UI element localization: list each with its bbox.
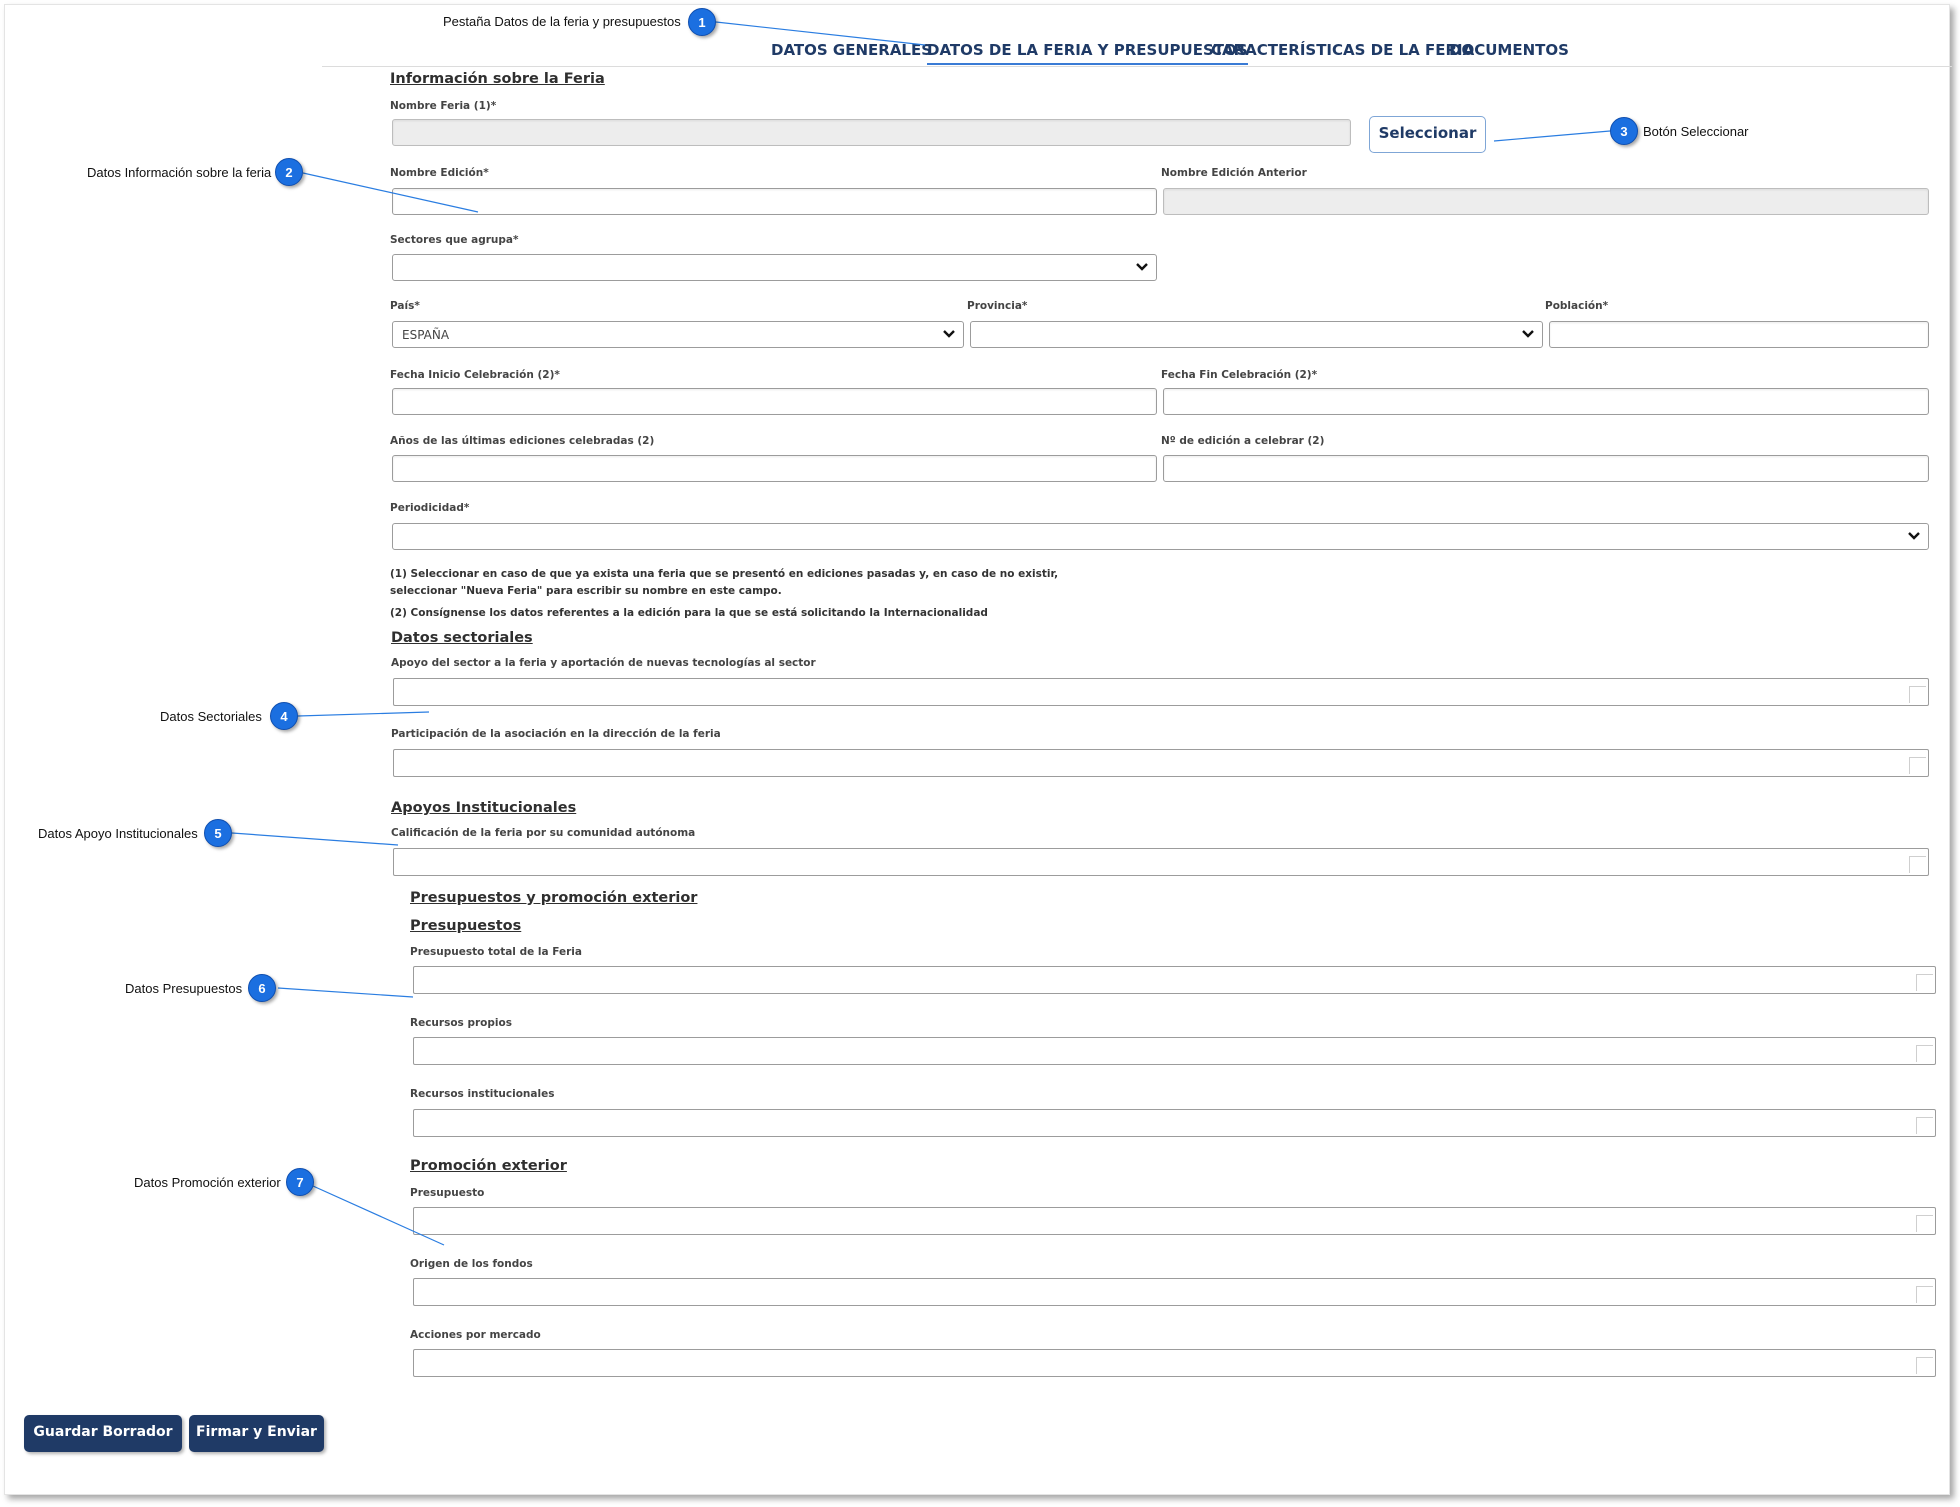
chevron-down-icon bbox=[1908, 532, 1920, 540]
fecha-inicio-input[interactable] bbox=[392, 388, 1157, 415]
fecha-fin-input[interactable] bbox=[1163, 388, 1929, 415]
guardar-borrador-button[interactable]: Guardar Borrador bbox=[24, 1415, 182, 1452]
section-title-apoyos-institucionales: Apoyos Institucionales bbox=[391, 800, 577, 816]
label-periodicidad: Periodicidad* bbox=[390, 502, 470, 514]
section-title-presupuestos-promocion: Presupuestos y promoción exterior bbox=[410, 890, 698, 906]
tab-datos-feria-presupuestos[interactable]: DATOS DE LA FERIA Y PRESUPUESTOS bbox=[927, 41, 1248, 65]
note-2: (2) Consígnense los datos referentes a l… bbox=[390, 607, 988, 619]
resize-handle-icon[interactable] bbox=[1916, 1286, 1933, 1303]
provincia-select[interactable] bbox=[970, 321, 1543, 348]
resize-handle-icon[interactable] bbox=[1909, 856, 1926, 873]
tab-divider bbox=[322, 66, 1952, 67]
callout-3-badge: 3 bbox=[1610, 117, 1638, 145]
label-recursos-propios: Recursos propios bbox=[410, 1017, 512, 1029]
resize-handle-icon[interactable] bbox=[1916, 1215, 1933, 1232]
callout-1-text: Pestaña Datos de la feria y presupuestos bbox=[443, 14, 681, 29]
recursos-institucionales-textarea[interactable] bbox=[413, 1109, 1936, 1137]
section-title-presupuestos: Presupuestos bbox=[410, 918, 522, 934]
periodicidad-select[interactable] bbox=[392, 523, 1929, 550]
nombre-edicion-input[interactable] bbox=[392, 188, 1157, 215]
callout-5-text: Datos Apoyo Institucionales bbox=[38, 826, 198, 841]
label-participacion-asociacion: Participación de la asociación en la dir… bbox=[391, 728, 721, 740]
nombre-feria-input[interactable] bbox=[392, 119, 1351, 146]
calificacion-textarea[interactable] bbox=[393, 848, 1929, 876]
resize-handle-icon[interactable] bbox=[1916, 1117, 1933, 1134]
note-1-line-1: (1) Seleccionar en caso de que ya exista… bbox=[390, 568, 1059, 580]
presupuesto-textarea[interactable] bbox=[413, 1207, 1936, 1235]
label-presupuesto: Presupuesto bbox=[410, 1187, 485, 1199]
tab-caracteristicas-feria[interactable]: CARACTERÍSTICAS DE LA FERIA bbox=[1211, 41, 1474, 59]
callout-7-badge: 7 bbox=[286, 1168, 314, 1196]
sectores-select[interactable] bbox=[392, 254, 1157, 281]
apoyo-sector-textarea[interactable] bbox=[393, 678, 1929, 706]
label-nombre-feria: Nombre Feria (1)* bbox=[390, 100, 497, 112]
label-sectores: Sectores que agrupa* bbox=[390, 234, 519, 246]
label-anos-ediciones: Años de las últimas ediciones celebradas… bbox=[390, 435, 655, 447]
callout-4-text: Datos Sectoriales bbox=[160, 709, 262, 724]
label-num-edicion: Nº de edición a celebrar (2) bbox=[1161, 435, 1325, 447]
recursos-propios-textarea[interactable] bbox=[413, 1037, 1936, 1065]
presupuesto-total-textarea[interactable] bbox=[413, 966, 1936, 994]
callout-7-text: Datos Promoción exterior bbox=[134, 1175, 281, 1190]
nombre-edicion-anterior-input bbox=[1163, 188, 1929, 215]
label-provincia: Provincia* bbox=[967, 300, 1028, 312]
resize-handle-icon[interactable] bbox=[1916, 974, 1933, 991]
label-fecha-fin: Fecha Fin Celebración (2)* bbox=[1161, 369, 1318, 381]
callout-1-badge: 1 bbox=[688, 8, 716, 36]
label-nombre-edicion-anterior: Nombre Edición Anterior bbox=[1161, 167, 1307, 179]
callout-2-badge: 2 bbox=[275, 158, 303, 186]
callout-4-badge: 4 bbox=[270, 702, 298, 730]
chevron-down-icon bbox=[1522, 330, 1534, 338]
chevron-down-icon bbox=[1136, 263, 1148, 271]
callout-6-text: Datos Presupuestos bbox=[125, 981, 243, 996]
pais-selected-value: ESPAÑA bbox=[402, 328, 450, 342]
firmar-enviar-button[interactable]: Firmar y Enviar bbox=[189, 1415, 324, 1452]
label-fecha-inicio: Fecha Inicio Celebración (2)* bbox=[390, 369, 560, 381]
note-1-line-2: seleccionar "Nueva Feria" para escribir … bbox=[390, 585, 782, 597]
origen-fondos-textarea[interactable] bbox=[413, 1278, 1936, 1306]
callout-3-text: Botón Seleccionar bbox=[1643, 124, 1749, 139]
section-title-datos-sectoriales: Datos sectoriales bbox=[391, 630, 533, 646]
num-edicion-input[interactable] bbox=[1163, 455, 1929, 482]
resize-handle-icon[interactable] bbox=[1916, 1045, 1933, 1062]
chevron-down-icon bbox=[943, 330, 955, 338]
section-title-info-feria: Información sobre la Feria bbox=[390, 71, 605, 87]
resize-handle-icon[interactable] bbox=[1909, 757, 1926, 774]
tab-datos-generales[interactable]: DATOS GENERALES bbox=[771, 41, 932, 59]
label-calificacion: Calificación de la feria por su comunida… bbox=[391, 827, 696, 839]
tab-documentos[interactable]: DOCUMENTOS bbox=[1449, 41, 1569, 59]
acciones-mercado-textarea[interactable] bbox=[413, 1349, 1936, 1377]
participacion-asociacion-textarea[interactable] bbox=[393, 749, 1929, 777]
label-recursos-institucionales: Recursos institucionales bbox=[410, 1088, 555, 1100]
callout-2-text: Datos Información sobre la feria bbox=[87, 165, 272, 180]
callout-6-badge: 6 bbox=[248, 974, 276, 1002]
label-presupuesto-total: Presupuesto total de la Feria bbox=[410, 946, 582, 958]
resize-handle-icon[interactable] bbox=[1909, 686, 1926, 703]
callout-5-badge: 5 bbox=[204, 819, 232, 847]
label-origen-fondos: Origen de los fondos bbox=[410, 1258, 533, 1270]
pais-select[interactable]: ESPAÑA bbox=[392, 321, 964, 348]
label-nombre-edicion: Nombre Edición* bbox=[390, 167, 489, 179]
section-title-promocion-exterior: Promoción exterior bbox=[410, 1158, 567, 1174]
label-poblacion: Población* bbox=[1545, 300, 1609, 312]
resize-handle-icon[interactable] bbox=[1916, 1357, 1933, 1374]
label-apoyo-sector: Apoyo del sector a la feria y aportación… bbox=[391, 657, 816, 669]
label-acciones-mercado: Acciones por mercado bbox=[410, 1329, 541, 1341]
poblacion-input[interactable] bbox=[1549, 321, 1929, 348]
anos-ediciones-input[interactable] bbox=[392, 455, 1157, 482]
label-pais: País* bbox=[390, 300, 420, 312]
seleccionar-button[interactable]: Seleccionar bbox=[1369, 116, 1486, 153]
